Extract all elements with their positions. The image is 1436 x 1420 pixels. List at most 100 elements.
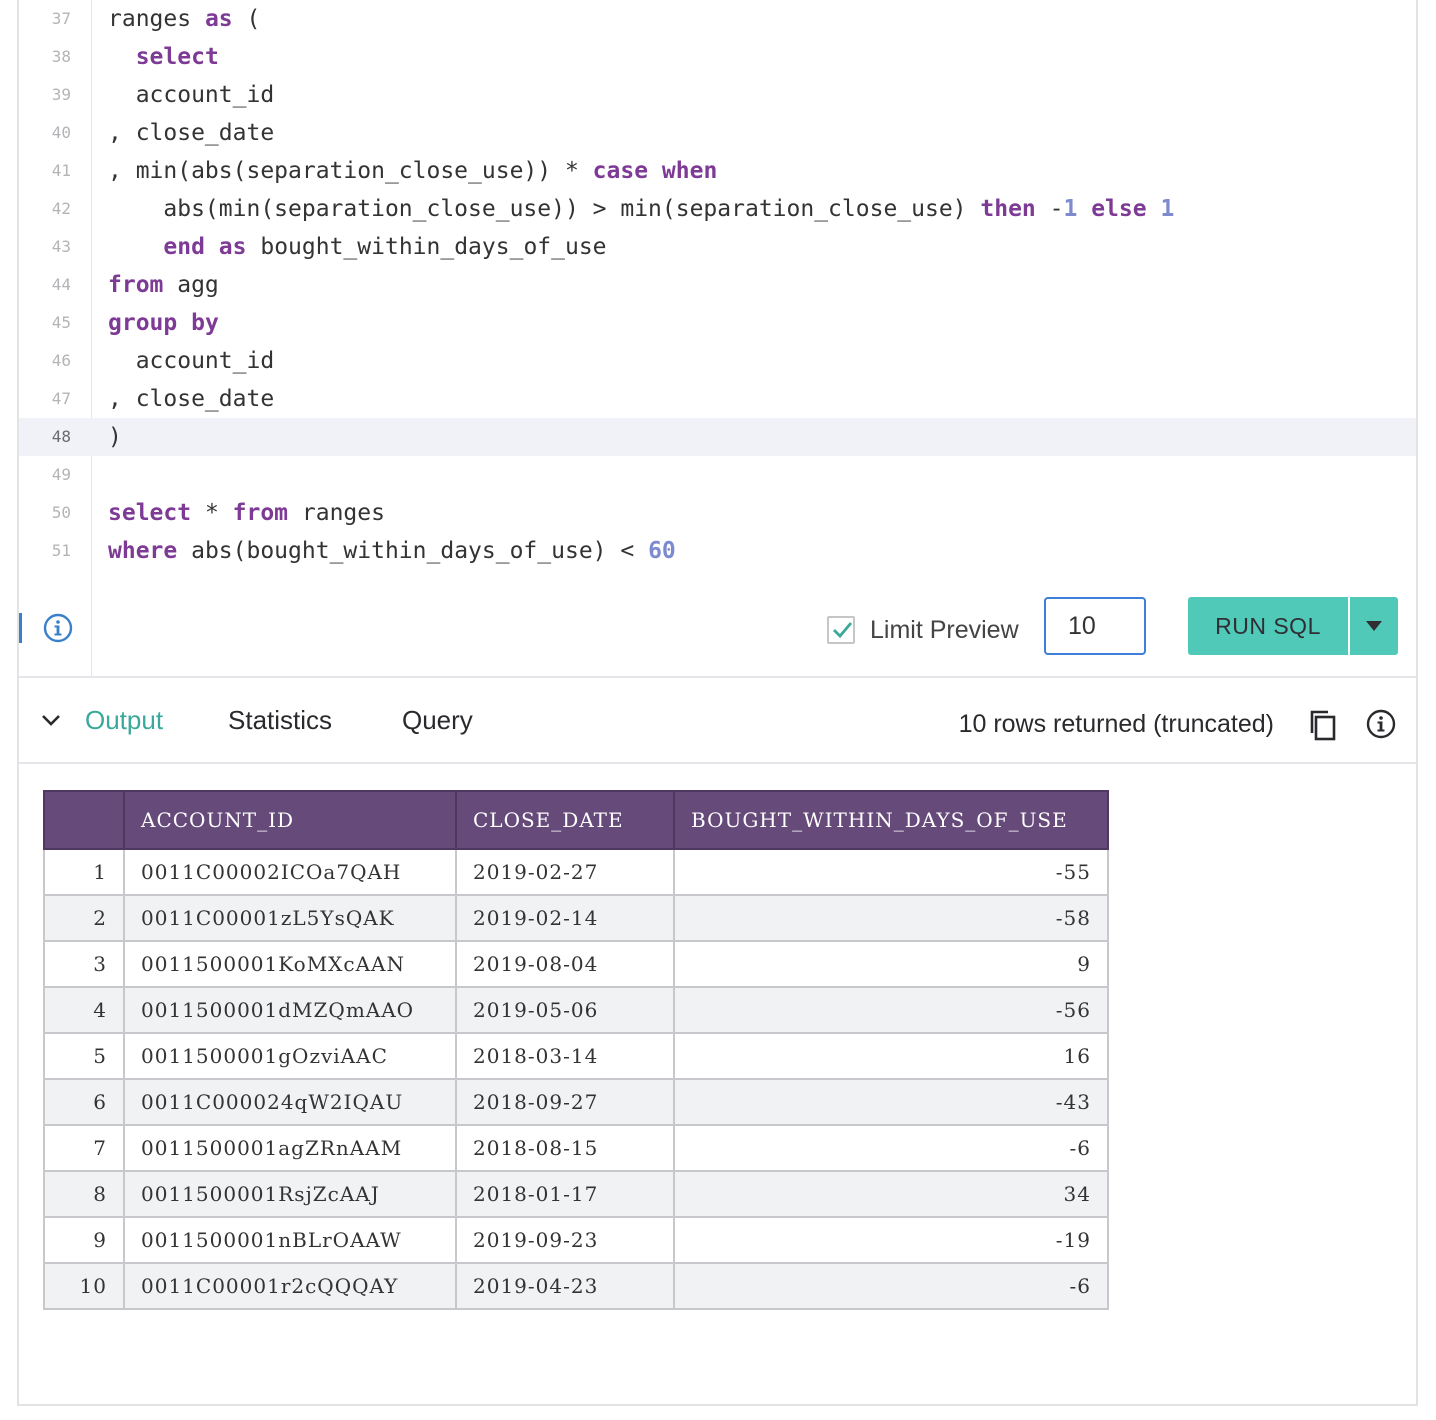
code-text: abs(min(separation_close_use)) > min(sep… bbox=[108, 190, 1174, 228]
sql-text: abs(bought_within_days_of_use) < bbox=[177, 538, 649, 564]
line-number: 39 bbox=[51, 85, 71, 104]
line-number: 43 bbox=[51, 237, 71, 256]
code-line[interactable]: 49 bbox=[19, 456, 1416, 494]
code-line[interactable]: 42 abs(min(separation_close_use)) > min(… bbox=[19, 190, 1416, 228]
info-icon[interactable] bbox=[1366, 709, 1396, 743]
code-text: , min(abs(separation_close_use)) * case … bbox=[108, 152, 717, 190]
table-body: 1 0011C00002ICOa7QAH 2019-02-27 -55 2 0011C00… bbox=[43, 848, 1109, 1310]
code-line[interactable]: 38 select bbox=[19, 38, 1416, 76]
run-options-dropdown[interactable] bbox=[1350, 597, 1398, 655]
line-number: 50 bbox=[51, 503, 71, 522]
table-row[interactable]: 8 0011500001RsjZcAAJ 2018-01-17 34 bbox=[43, 1170, 1109, 1218]
row-index: 5 bbox=[43, 1032, 125, 1080]
code-line[interactable]: 40 , close_date bbox=[19, 114, 1416, 152]
code-line[interactable]: 45 group by bbox=[19, 304, 1416, 342]
sql-text: abs(min(separation_close_use)) > min(sep… bbox=[108, 196, 981, 222]
table-row[interactable]: 4 0011500001dMZQmAAO 2019-05-06 -56 bbox=[43, 986, 1109, 1034]
sql-number: 1 bbox=[1063, 196, 1078, 222]
line-number: 42 bbox=[51, 199, 71, 218]
caret-down-icon bbox=[1366, 621, 1382, 631]
code-line[interactable]: 50 select * from ranges bbox=[19, 494, 1416, 532]
column-header-close-date[interactable]: CLOSE_DATE bbox=[455, 790, 675, 850]
tab-statistics[interactable]: Statistics bbox=[228, 702, 332, 738]
close-date-cell: 2019-02-14 bbox=[455, 894, 675, 942]
sql-text: ranges bbox=[288, 500, 385, 526]
close-date-cell: 2019-09-23 bbox=[455, 1216, 675, 1264]
days-of-use-cell: -55 bbox=[673, 848, 1109, 896]
code-text: from agg bbox=[108, 266, 219, 304]
table-row[interactable]: 2 0011C00001zL5YsQAK 2019-02-14 -58 bbox=[43, 894, 1109, 942]
sql-keyword: select bbox=[108, 500, 192, 526]
code-line[interactable]: 39 account_id bbox=[19, 76, 1416, 114]
column-header-bought-within-days-of-use[interactable]: BOUGHT_WITHIN_DAYS_OF_USE bbox=[673, 790, 1109, 850]
table-row[interactable]: 7 0011500001agZRnAAM 2018-08-15 -6 bbox=[43, 1124, 1109, 1172]
table-row[interactable]: 10 0011C00001r2cQQQAY 2019-04-23 -6 bbox=[43, 1262, 1109, 1310]
account-id-cell: 0011C000024qW2IQAU bbox=[123, 1078, 457, 1126]
table-row[interactable]: 9 0011500001nBLrOAAW 2019-09-23 -19 bbox=[43, 1216, 1109, 1264]
sql-keyword: else bbox=[1091, 196, 1147, 222]
code-editor[interactable]: 37 ranges as (38 select 39 account_id 40, c… bbox=[19, 0, 1416, 676]
sql-cell: 37 ranges as (38 select 39 account_id 40, c… bbox=[17, 0, 1418, 1406]
row-index: 10 bbox=[43, 1262, 125, 1310]
code-text: , close_date bbox=[108, 114, 274, 152]
days-of-use-cell: 34 bbox=[673, 1170, 1109, 1218]
copy-icon[interactable] bbox=[1308, 709, 1338, 745]
sql-keyword: select bbox=[135, 44, 219, 70]
code-line[interactable]: 48) bbox=[19, 418, 1416, 456]
close-date-cell: 2019-02-27 bbox=[455, 848, 675, 896]
sql-text: , min(abs(separation_close_use)) * bbox=[108, 158, 593, 184]
row-index: 8 bbox=[43, 1170, 125, 1218]
table-row[interactable]: 1 0011C00002ICOa7QAH 2019-02-27 -55 bbox=[43, 848, 1109, 896]
code-line[interactable]: 46 account_id bbox=[19, 342, 1416, 380]
line-number: 37 bbox=[51, 9, 71, 28]
limit-input[interactable]: 10 bbox=[1044, 597, 1146, 655]
days-of-use-cell: -6 bbox=[673, 1262, 1109, 1310]
account-id-cell: 0011500001gOzviAAC bbox=[123, 1032, 457, 1080]
close-date-cell: 2018-01-17 bbox=[455, 1170, 675, 1218]
account-id-cell: 0011500001agZRnAAM bbox=[123, 1124, 457, 1172]
line-number: 38 bbox=[51, 47, 71, 66]
column-header-account-id[interactable]: ACCOUNT_ID bbox=[123, 790, 457, 850]
table-row[interactable]: 5 0011500001gOzviAAC 2018-03-14 16 bbox=[43, 1032, 1109, 1080]
account-id-cell: 0011500001dMZQmAAO bbox=[123, 986, 457, 1034]
code-line[interactable]: 43 end as bought_within_days_of_use bbox=[19, 228, 1416, 266]
days-of-use-cell: 16 bbox=[673, 1032, 1109, 1080]
row-index: 9 bbox=[43, 1216, 125, 1264]
collapse-chevron-icon[interactable] bbox=[41, 712, 61, 731]
code-line[interactable]: 47 , close_date bbox=[19, 380, 1416, 418]
sql-keyword: by bbox=[191, 310, 219, 336]
line-number: 44 bbox=[51, 275, 71, 294]
close-date-cell: 2019-04-23 bbox=[455, 1262, 675, 1310]
run-sql-button[interactable]: RUN SQL bbox=[1188, 597, 1348, 655]
line-number: 40 bbox=[51, 123, 71, 142]
sql-text: , close_date bbox=[108, 120, 275, 146]
code-text: select * from ranges bbox=[108, 494, 385, 532]
sql-text: , close_date bbox=[108, 386, 275, 412]
column-header-index bbox=[43, 790, 125, 850]
account-id-cell: 0011C00001r2cQQQAY bbox=[123, 1262, 457, 1310]
code-line[interactable]: 41 , min(abs(separation_close_use)) * cas… bbox=[19, 152, 1416, 190]
tab-query[interactable]: Query bbox=[402, 702, 473, 738]
sql-text: agg bbox=[163, 272, 219, 298]
sql-text: - bbox=[1035, 196, 1064, 222]
table-row[interactable]: 6 0011C000024qW2IQAU 2018-09-27 -43 bbox=[43, 1078, 1109, 1126]
sql-keyword: end bbox=[163, 234, 205, 260]
code-line[interactable]: 51 where abs(bought_within_days_of_use) <… bbox=[19, 532, 1416, 570]
code-line[interactable]: 44 from agg bbox=[19, 266, 1416, 304]
row-index: 3 bbox=[43, 940, 125, 988]
limit-preview-checkbox[interactable] bbox=[827, 616, 855, 644]
table-row[interactable]: 3 0011500001KoMXcAAN 2019-08-04 9 bbox=[43, 940, 1109, 988]
line-number: 45 bbox=[51, 313, 71, 332]
info-icon[interactable] bbox=[43, 613, 73, 643]
tab-output[interactable]: Output bbox=[85, 702, 163, 738]
days-of-use-cell: -6 bbox=[673, 1124, 1109, 1172]
code-text: where abs(bought_within_days_of_use) < 6… bbox=[108, 532, 676, 570]
code-line[interactable]: 37 ranges as ( bbox=[19, 0, 1416, 38]
sql-text: ranges bbox=[108, 6, 205, 32]
line-number: 49 bbox=[51, 465, 71, 484]
table-header-row: ACCOUNT_ID CLOSE_DATE BOUGHT_WITHIN_DAYS… bbox=[43, 790, 1109, 850]
